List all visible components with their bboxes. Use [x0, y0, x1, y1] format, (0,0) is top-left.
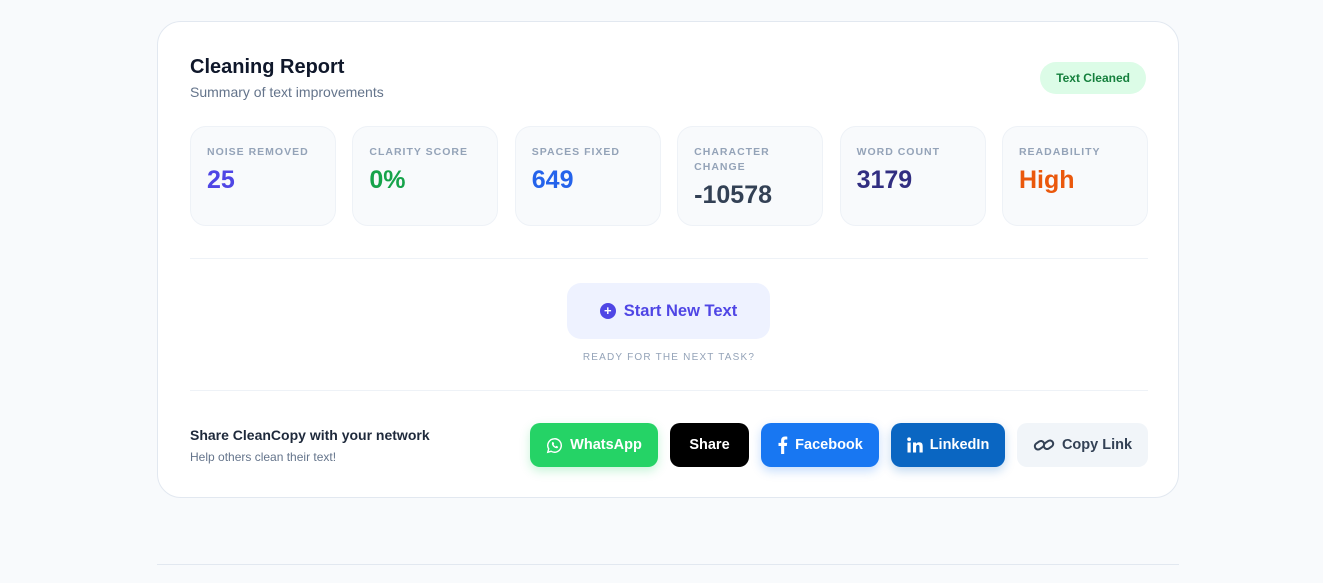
copy-link-label: Copy Link	[1061, 437, 1133, 453]
whatsapp-label: WhatsApp	[570, 437, 642, 453]
linkedin-icon	[906, 437, 923, 453]
stat-label: CHARACTER CHANGE	[694, 146, 770, 173]
share-subtitle: Help others clean their text!	[190, 450, 337, 464]
whatsapp-share-button[interactable]: WhatsApp	[530, 423, 658, 467]
stat-value: 3179	[856, 166, 913, 194]
copy-link-button[interactable]: Copy Link	[1017, 423, 1148, 467]
status-badge: Text Cleaned	[1040, 62, 1146, 94]
facebook-label: Facebook	[795, 437, 863, 453]
plus-circle-icon: +	[599, 303, 616, 319]
stat-spaces-fixed: SPACES FIXED 649	[514, 126, 661, 226]
footer-divider	[157, 564, 1179, 565]
stats-grid: NOISE REMOVED 25 CLARITY SCORE 0% SPACES…	[190, 126, 1148, 226]
stat-value: 649	[531, 166, 574, 194]
share-title: Share CleanCopy with your network	[190, 427, 430, 443]
link-icon	[1033, 439, 1055, 451]
report-subtitle: Summary of text improvements	[190, 84, 384, 100]
ready-caption: READY FOR THE NEXT TASK?	[582, 352, 756, 363]
x-share-button[interactable]: Share	[670, 423, 749, 467]
linkedin-share-button[interactable]: LinkedIn	[891, 423, 1005, 467]
stat-label: CLARITY SCORE	[369, 146, 468, 158]
stat-clarity-score: CLARITY SCORE 0%	[352, 126, 499, 226]
facebook-share-button[interactable]: Facebook	[761, 423, 879, 467]
section-divider	[190, 258, 1148, 259]
section-divider	[190, 390, 1148, 391]
stat-value: 25	[207, 166, 235, 194]
stat-value: 0%	[369, 166, 406, 194]
stat-value: -10578	[694, 181, 773, 209]
stat-label: WORD COUNT	[856, 146, 941, 158]
stat-noise-removed: NOISE REMOVED 25	[190, 126, 336, 226]
whatsapp-icon	[546, 437, 563, 453]
stat-label: READABILITY	[1018, 146, 1101, 158]
stat-character-change: CHARACTER CHANGE -10578	[677, 126, 824, 226]
cleaning-report-card: Cleaning Report Summary of text improvem…	[157, 21, 1179, 498]
report-title: Cleaning Report	[190, 56, 345, 78]
start-new-text-label: Start New Text	[623, 301, 738, 320]
stat-label: NOISE REMOVED	[207, 146, 309, 158]
stat-label: SPACES FIXED	[531, 146, 621, 158]
stat-word-count: WORD COUNT 3179	[839, 126, 986, 226]
start-new-text-button[interactable]: + Start New Text	[567, 283, 770, 339]
linkedin-label: LinkedIn	[929, 437, 990, 453]
x-share-label: Share	[689, 437, 730, 453]
facebook-icon	[778, 436, 788, 454]
stat-value: High	[1018, 166, 1075, 194]
stat-readability: READABILITY High	[1001, 126, 1148, 226]
